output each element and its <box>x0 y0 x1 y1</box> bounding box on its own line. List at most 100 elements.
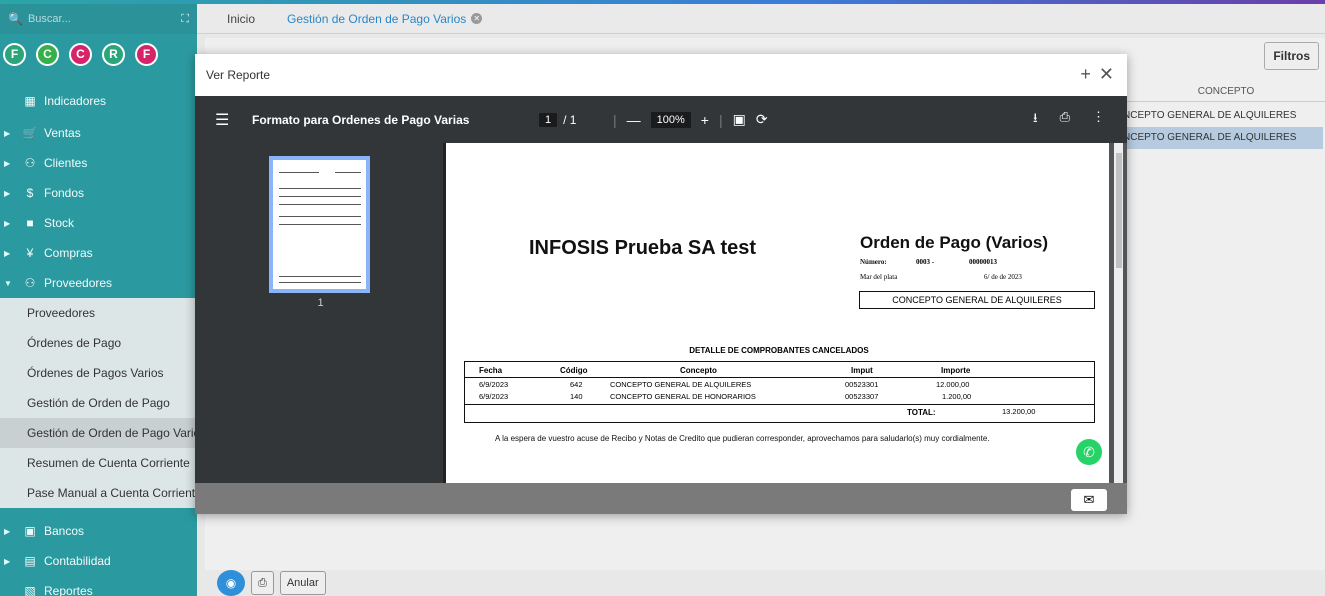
sidebar-item-label: Reportes <box>44 584 93 596</box>
cart-outline-icon: ¥ <box>26 246 34 260</box>
maximize-icon[interactable]: + <box>1080 64 1091 85</box>
detail-table: Fecha Código Concepto Imput Importe 6/9/… <box>464 361 1095 423</box>
menu-icon[interactable]: ☰ <box>215 110 229 130</box>
table-cell: CONCEPTO GENERAL DE ALQUILERES <box>610 380 752 389</box>
bank-icon: ▣ <box>24 524 36 538</box>
printer-icon: ⎙ <box>258 576 267 589</box>
print-icon[interactable]: ⎙ <box>1060 109 1070 131</box>
thumbnail-sidebar: 1 <box>195 143 446 483</box>
modal-footer: ✉ <box>195 483 1127 514</box>
zoom-controls: | — 100% + | ▣ ⟳ <box>613 111 768 128</box>
zoom-in-icon[interactable]: + <box>701 112 709 128</box>
send-email-button[interactable]: ✉ <box>1071 489 1107 511</box>
chevron-right-icon: ▶ <box>4 248 11 258</box>
close-tab-icon[interactable]: ✕ <box>471 13 483 24</box>
proveedores-submenu: Proveedores Órdenes de Pago Órdenes de P… <box>0 298 197 508</box>
pdf-viewer: INFOSIS Prueba SA test Orden de Pago (Va… <box>449 143 1127 483</box>
submenu-item[interactable]: Órdenes de Pagos Varios <box>0 358 197 388</box>
chevron-right-icon: ▶ <box>4 526 11 536</box>
cart-icon: 🛒 <box>22 126 38 140</box>
close-icon[interactable]: ✕ <box>1099 64 1114 85</box>
report-icon: ▧ <box>24 584 36 596</box>
zoom-out-icon[interactable]: — <box>627 112 641 128</box>
search-box[interactable]: 🔍 Buscar... ⛶ <box>0 4 197 34</box>
sidebar-item-compras[interactable]: ▶ ¥ Compras <box>0 238 197 268</box>
expand-icon[interactable]: ⛶ <box>181 13 189 26</box>
thumbnail-page-number: 1 <box>317 297 324 309</box>
view-button[interactable]: ◉ <box>217 570 245 596</box>
book-icon: ▤ <box>24 554 36 568</box>
numero-value: 00000013 <box>969 258 997 266</box>
zoom-input[interactable]: 100% <box>650 111 691 128</box>
submenu-item[interactable]: Pase Manual a Cuenta Corriente <box>0 478 197 508</box>
download-icon[interactable]: ⭳ <box>1033 109 1038 131</box>
sidebar-item-contabilidad[interactable]: ▶ ▤ Contabilidad <box>0 546 197 576</box>
fit-page-icon[interactable]: ▣ <box>733 111 746 128</box>
avatar[interactable]: C <box>69 42 92 66</box>
avatar[interactable]: C <box>36 42 59 66</box>
submenu-item[interactable]: Gestión de Orden de Pago <box>0 388 197 418</box>
tab-label: Gestión de Orden de Pago Varios <box>287 11 467 26</box>
table-cell: 6/9/2023 <box>479 380 509 389</box>
table-row[interactable]: NCEPTO GENERAL DE ALQUILERES <box>1123 105 1323 127</box>
footer-text: A la espera de vuestro acuse de Recibo y… <box>495 434 990 443</box>
sidebar-item-label: Indicadores <box>44 94 107 108</box>
page-thumbnail[interactable] <box>269 156 370 293</box>
sidebar-item-indicadores[interactable]: ▦ Indicadores <box>0 84 197 118</box>
table-cell: 140 <box>570 392 583 401</box>
eye-icon: ◉ <box>225 576 237 590</box>
report-modal: Ver Reporte + ✕ ☰ Formato para Ordenes d… <box>195 54 1127 514</box>
sidebar-item-label: Proveedores <box>44 276 113 290</box>
scrollbar[interactable] <box>1114 143 1123 483</box>
anular-button[interactable]: Anular <box>279 571 326 595</box>
tab-active[interactable]: Gestión de Orden de Pago Varios ✕ <box>271 12 498 26</box>
submenu-item[interactable]: Órdenes de Pago <box>0 328 197 358</box>
sidebar-item-stock[interactable]: ▶ ■ Stock <box>0 208 197 238</box>
sidebar-item-fondos[interactable]: ▶ $ Fondos <box>0 178 197 208</box>
people-icon: ⚇ <box>24 156 36 170</box>
sidebar-item-label: Compras <box>44 246 93 260</box>
numero-pv: 0003 - <box>916 258 935 266</box>
table-cell: 00523307 <box>845 392 879 401</box>
submenu-item[interactable]: Proveedores <box>0 298 197 328</box>
avatar[interactable]: F <box>3 42 26 66</box>
chevron-right-icon: ▶ <box>4 556 11 566</box>
tab-bar: Inicio Gestión de Orden de Pago Varios ✕ <box>197 4 1325 34</box>
column-header: Importe <box>941 366 971 375</box>
sidebar-item-proveedores[interactable]: ▼ ⚇ Proveedores <box>0 268 197 298</box>
document-title: Orden de Pago (Varios) <box>860 233 1048 252</box>
modal-header: Ver Reporte + ✕ <box>195 54 1127 96</box>
filters-button[interactable]: Filtros <box>1264 42 1319 70</box>
concept-box: CONCEPTO GENERAL DE ALQUILERES <box>859 291 1095 309</box>
search-input[interactable]: Buscar... <box>28 13 71 25</box>
more-options-icon[interactable]: ⋮ <box>1092 109 1105 131</box>
rotate-icon[interactable]: ⟳ <box>756 111 768 128</box>
avatar[interactable]: F <box>135 42 158 66</box>
sidebar-item-ventas[interactable]: ▶ 🛒 Ventas <box>0 118 197 148</box>
avatar[interactable]: R <box>102 42 125 66</box>
chevron-right-icon: ▶ <box>4 218 11 228</box>
whatsapp-icon[interactable]: ✆ <box>1076 439 1102 465</box>
print-button[interactable]: ⎙ <box>251 571 274 595</box>
page-indicator: 1 / 1 <box>539 112 577 127</box>
table-row-selected[interactable]: NCEPTO GENERAL DE ALQUILERES <box>1123 127 1323 149</box>
page-number-input[interactable]: 1 <box>539 112 558 127</box>
people-icon: ⚇ <box>24 276 36 290</box>
submenu-item[interactable]: Resumen de Cuenta Corriente <box>0 448 197 478</box>
numero-label: Número: <box>860 258 887 266</box>
sidebar-item-bancos[interactable]: ▶ ▣ Bancos <box>0 516 197 546</box>
table-cell: 00523301 <box>845 380 879 389</box>
submenu-item-active[interactable]: Gestión de Orden de Pago Varios <box>0 418 197 448</box>
bottom-toolbar: ◉ ⎙ Anular <box>205 570 1325 596</box>
sidebar-item-reportes[interactable]: ▧ Reportes <box>0 576 197 596</box>
sidebar-item-label: Clientes <box>44 156 88 170</box>
page-total: / 1 <box>563 112 577 127</box>
sidebar-item-clientes[interactable]: ▶ ⚇ Clientes <box>0 148 197 178</box>
column-header-concepto[interactable]: CONCEPTO <box>1127 82 1325 102</box>
mail-icon: ✉ <box>1083 492 1095 507</box>
dashboard-icon: ▦ <box>24 94 36 108</box>
tab-inicio[interactable]: Inicio <box>197 12 271 26</box>
detail-title: DETALLE DE COMPROBANTES CANCELADOS <box>689 346 869 355</box>
column-header: Fecha <box>479 366 503 375</box>
sidebar-item-label: Ventas <box>44 126 81 140</box>
